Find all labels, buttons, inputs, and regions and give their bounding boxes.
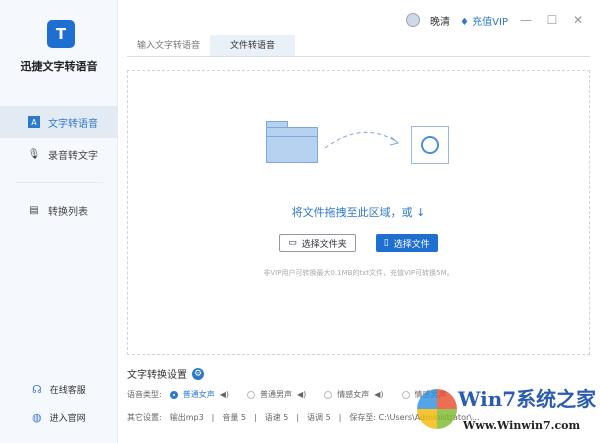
file-icon: ▯	[383, 238, 389, 248]
watermark-url: Www.Winwin7.com	[463, 419, 581, 432]
titlebar: 晚清 ♦ 充值VIP — ☐ ✕	[406, 0, 600, 40]
diamond-icon: ♦	[460, 16, 469, 28]
folder-icon: ▭	[288, 238, 297, 248]
voice-option-normal-female[interactable]: 普通女声 ◀)	[169, 389, 229, 400]
sidebar-item-speech-to-text[interactable]: 🎙 录音转文字	[0, 138, 118, 170]
minimize-button[interactable]: —	[518, 13, 534, 27]
output-format[interactable]: 输出mp3	[170, 412, 204, 423]
app-name: 迅捷文字转语音	[20, 60, 98, 73]
file-drop-zone[interactable]: 将文件拖拽至此区域，或 ↓ ▭ 选择文件夹 ▯ 选择文件 非VIP用户可转换最大0.…	[127, 70, 590, 355]
vip-hint: 非VIP用户可转换最大0.1MB的txt文件，充值VIP可转换5M。	[263, 269, 454, 277]
drop-instruction: 将文件拖拽至此区域，或 ↓	[291, 206, 426, 219]
watermark-title: Win7系统之家	[458, 387, 597, 411]
watermark: Win7系统之家 Www.Winwin7.com	[413, 383, 598, 441]
folder-icon	[266, 121, 318, 163]
other-settings-label: 其它设置:	[127, 413, 162, 422]
divider	[15, 182, 103, 183]
document-target-icon	[411, 126, 449, 164]
gear-icon[interactable]: ⚙	[192, 367, 204, 380]
sidebar-item-conversion-list[interactable]: ▤ 转换列表	[0, 194, 118, 226]
tab-file-to-speech[interactable]: 文件转语音	[210, 35, 296, 56]
official-site-link[interactable]: ◍ 进入官网	[32, 411, 86, 424]
select-folder-button[interactable]: ▭ 选择文件夹	[279, 234, 356, 252]
vip-button[interactable]: ♦ 充值VIP	[460, 13, 508, 28]
link-label: 在线客服	[49, 386, 86, 396]
button-label: 选择文件夹	[301, 239, 347, 250]
tab-bar: 输入文字转语音 文件转语音	[127, 35, 590, 57]
list-icon: ▤	[29, 204, 39, 216]
vip-label: 充值VIP	[472, 16, 508, 28]
username[interactable]: 晚清	[430, 13, 450, 28]
app-logo: T	[47, 20, 75, 48]
globe-icon: ◍	[32, 411, 42, 424]
microphone-icon: 🎙	[27, 148, 41, 160]
settings-title-text: 文字转换设置	[127, 370, 187, 381]
sidebar-item-label: 文字转语音	[48, 118, 98, 130]
link-label: 进入官网	[49, 414, 86, 424]
volume-setting[interactable]: 音量 5	[222, 412, 246, 423]
text-icon: A	[28, 116, 40, 128]
sidebar: T 迅捷文字转语音 A 文字转语音 🎙 录音转文字 ▤ 转换列表 ☊ 在线客服 ◍ 进入官…	[0, 0, 118, 443]
online-support-link[interactable]: ☊ 在线客服	[32, 383, 86, 396]
pitch-setting[interactable]: 语调 5	[307, 412, 331, 423]
button-label: 选择文件	[393, 239, 430, 250]
voice-type-label: 语音类型:	[127, 390, 162, 399]
tab-input-text[interactable]: 输入文字转语音	[127, 35, 210, 56]
sidebar-item-label: 转换列表	[48, 206, 88, 218]
settings-title: 文字转换设置 ⚙	[127, 366, 204, 381]
select-file-button[interactable]: ▯ 选择文件	[375, 234, 438, 252]
voice-type-row: 语音类型: 普通女声◀) 普通男声◀) 情感女声◀) 情感男声	[127, 389, 457, 400]
voice-option-normal-male[interactable]: 普通男声 ◀)	[246, 389, 306, 400]
windows-logo-icon	[417, 389, 457, 429]
close-button[interactable]: ✕	[570, 13, 586, 27]
sidebar-item-text-to-speech[interactable]: A 文字转语音	[0, 106, 118, 138]
avatar[interactable]	[406, 13, 421, 27]
dashed-arrow-icon	[324, 131, 400, 149]
maximize-button[interactable]: ☐	[544, 13, 560, 27]
sidebar-item-label: 录音转文字	[48, 150, 98, 162]
headset-icon: ☊	[32, 383, 42, 396]
voice-option-emotional-female[interactable]: 情感女声 ◀)	[324, 389, 384, 400]
speed-setting[interactable]: 语速 5	[265, 412, 289, 423]
